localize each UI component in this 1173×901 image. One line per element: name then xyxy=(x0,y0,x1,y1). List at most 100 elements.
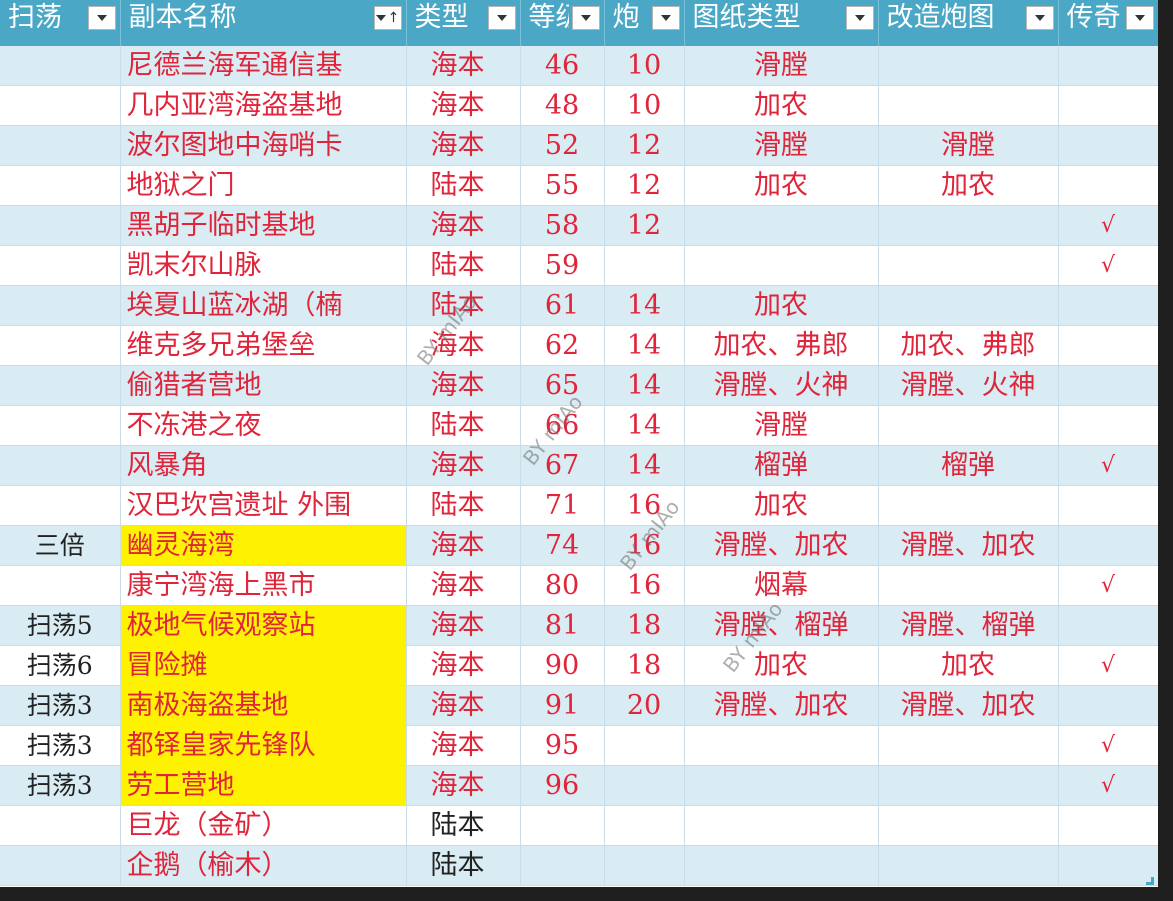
name-cell[interactable]: 巨龙（金矿） xyxy=(120,805,407,846)
filter-dropdown-button[interactable] xyxy=(487,6,516,30)
level-cell[interactable]: 55 xyxy=(520,165,605,206)
mod-blueprint-cell[interactable] xyxy=(878,405,1059,446)
gun-cell[interactable]: 14 xyxy=(604,325,685,366)
level-cell[interactable]: 74 xyxy=(520,525,605,566)
legend-cell[interactable]: √ xyxy=(1058,645,1158,686)
legend-cell[interactable] xyxy=(1058,805,1158,846)
type-cell[interactable]: 海本 xyxy=(406,565,521,606)
type-cell[interactable]: 陆本 xyxy=(406,245,521,286)
mod-blueprint-cell[interactable]: 滑膛、火神 xyxy=(878,365,1059,406)
sweep-cell[interactable] xyxy=(0,165,121,206)
type-cell[interactable]: 陆本 xyxy=(406,845,521,886)
type-cell[interactable]: 海本 xyxy=(406,325,521,366)
sweep-cell[interactable] xyxy=(0,485,121,526)
mod-blueprint-cell[interactable]: 加农 xyxy=(878,645,1059,686)
mod-blueprint-cell[interactable]: 滑膛 xyxy=(878,125,1059,166)
blueprint-cell[interactable]: 滑膛、榴弹 xyxy=(684,605,879,646)
type-cell[interactable]: 海本 xyxy=(406,685,521,726)
name-cell[interactable]: 都铎皇家先锋队 xyxy=(120,725,407,766)
name-cell[interactable]: 地狱之门 xyxy=(120,165,407,206)
name-cell[interactable]: 风暴角 xyxy=(120,445,407,486)
type-cell[interactable]: 海本 xyxy=(406,525,521,566)
legend-cell[interactable]: √ xyxy=(1058,765,1158,806)
gun-cell[interactable]: 16 xyxy=(604,485,685,526)
level-cell[interactable] xyxy=(520,805,605,846)
type-cell[interactable]: 陆本 xyxy=(406,485,521,526)
resize-grip[interactable] xyxy=(1146,877,1154,885)
name-cell[interactable]: 黑胡子临时基地 xyxy=(120,205,407,246)
legend-cell[interactable]: √ xyxy=(1058,445,1158,486)
type-cell[interactable]: 陆本 xyxy=(406,805,521,846)
mod-blueprint-cell[interactable]: 滑膛、加农 xyxy=(878,685,1059,726)
column-header-3[interactable]: 等级 xyxy=(520,0,605,46)
blueprint-cell[interactable]: 加农 xyxy=(684,485,879,526)
blueprint-cell[interactable] xyxy=(684,805,879,846)
sweep-cell[interactable] xyxy=(0,445,121,486)
blueprint-cell[interactable]: 滑膛 xyxy=(684,125,879,166)
name-cell[interactable]: 尼德兰海军通信基 xyxy=(120,46,407,86)
sweep-cell[interactable] xyxy=(0,325,121,366)
level-cell[interactable]: 59 xyxy=(520,245,605,286)
level-cell[interactable]: 48 xyxy=(520,85,605,126)
type-cell[interactable]: 陆本 xyxy=(406,405,521,446)
gun-cell[interactable] xyxy=(604,805,685,846)
legend-cell[interactable] xyxy=(1058,485,1158,526)
gun-cell[interactable]: 14 xyxy=(604,445,685,486)
blueprint-cell[interactable]: 滑膛、加农 xyxy=(684,525,879,566)
type-cell[interactable]: 海本 xyxy=(406,605,521,646)
blueprint-cell[interactable] xyxy=(684,205,879,246)
level-cell[interactable]: 67 xyxy=(520,445,605,486)
gun-cell[interactable]: 14 xyxy=(604,365,685,406)
legend-cell[interactable] xyxy=(1058,46,1158,86)
mod-blueprint-cell[interactable] xyxy=(878,285,1059,326)
blueprint-cell[interactable] xyxy=(684,845,879,886)
filter-dropdown-button[interactable] xyxy=(571,6,600,30)
name-cell[interactable]: 埃夏山蓝冰湖（楠 xyxy=(120,285,407,326)
gun-cell[interactable]: 14 xyxy=(604,405,685,446)
gun-cell[interactable] xyxy=(604,845,685,886)
name-cell[interactable]: 偷猎者营地 xyxy=(120,365,407,406)
level-cell[interactable]: 81 xyxy=(520,605,605,646)
blueprint-cell[interactable]: 滑膛、火神 xyxy=(684,365,879,406)
gun-cell[interactable]: 18 xyxy=(604,605,685,646)
blueprint-cell[interactable] xyxy=(684,765,879,806)
level-cell[interactable]: 52 xyxy=(520,125,605,166)
name-cell[interactable]: 康宁湾海上黑市 xyxy=(120,565,407,606)
level-cell[interactable]: 90 xyxy=(520,645,605,686)
sweep-cell[interactable]: 扫荡5 xyxy=(0,605,121,646)
sweep-cell[interactable] xyxy=(0,805,121,846)
mod-blueprint-cell[interactable] xyxy=(878,85,1059,126)
mod-blueprint-cell[interactable] xyxy=(878,845,1059,886)
mod-blueprint-cell[interactable] xyxy=(878,46,1059,86)
level-cell[interactable]: 80 xyxy=(520,565,605,606)
sweep-cell[interactable] xyxy=(0,205,121,246)
blueprint-cell[interactable] xyxy=(684,725,879,766)
blueprint-cell[interactable]: 滑膛 xyxy=(684,405,879,446)
level-cell[interactable]: 62 xyxy=(520,325,605,366)
level-cell[interactable]: 91 xyxy=(520,685,605,726)
sweep-cell[interactable]: 扫荡3 xyxy=(0,685,121,726)
column-header-5[interactable]: 图纸类型 xyxy=(684,0,879,46)
gun-cell[interactable] xyxy=(604,725,685,766)
legend-cell[interactable] xyxy=(1058,125,1158,166)
name-cell[interactable]: 企鹅（榆木） xyxy=(120,845,407,886)
blueprint-cell[interactable]: 榴弹 xyxy=(684,445,879,486)
column-header-0[interactable]: 扫荡 xyxy=(0,0,121,46)
legend-cell[interactable] xyxy=(1058,85,1158,126)
legend-cell[interactable] xyxy=(1058,845,1158,886)
legend-cell[interactable]: √ xyxy=(1058,725,1158,766)
level-cell[interactable]: 96 xyxy=(520,765,605,806)
legend-cell[interactable]: √ xyxy=(1058,205,1158,246)
gun-cell[interactable] xyxy=(604,245,685,286)
filter-dropdown-button[interactable] xyxy=(845,6,874,30)
mod-blueprint-cell[interactable] xyxy=(878,805,1059,846)
gun-cell[interactable]: 20 xyxy=(604,685,685,726)
column-header-4[interactable]: 炮 xyxy=(604,0,685,46)
sweep-cell[interactable]: 扫荡6 xyxy=(0,645,121,686)
name-cell[interactable]: 冒险摊 xyxy=(120,645,407,686)
gun-cell[interactable]: 14 xyxy=(604,285,685,326)
name-cell[interactable]: 南极海盗基地 xyxy=(120,685,407,726)
gun-cell[interactable]: 18 xyxy=(604,645,685,686)
level-cell[interactable]: 58 xyxy=(520,205,605,246)
mod-blueprint-cell[interactable]: 榴弹 xyxy=(878,445,1059,486)
